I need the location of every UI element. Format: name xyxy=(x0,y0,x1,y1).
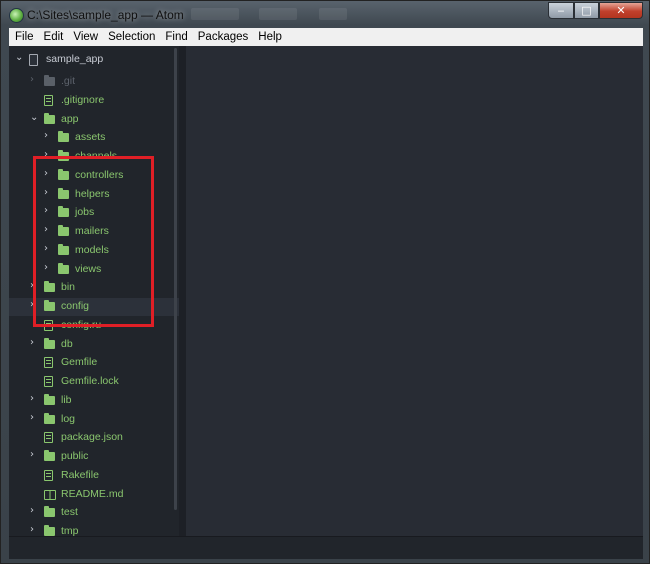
status-bar xyxy=(9,536,643,559)
tree-item-label: db xyxy=(61,338,73,350)
file-text-icon xyxy=(44,357,53,368)
chevron-right-icon[interactable]: › xyxy=(30,449,34,460)
app-window: C:\Sites\sample_app — Atom ‒ □ ✕ File Ed… xyxy=(0,0,650,564)
menu-find[interactable]: Find xyxy=(160,31,192,43)
tree-folder[interactable]: › lib xyxy=(9,392,179,410)
tree-view: ⌄ sample_app › .git .gitignore ⌄ app › assets ›… xyxy=(9,46,179,536)
menu-help[interactable]: Help xyxy=(253,31,287,43)
tree-item-label: test xyxy=(61,506,78,518)
tree-item-label: tmp xyxy=(61,525,79,536)
background-tab xyxy=(319,8,347,20)
editor-pane[interactable] xyxy=(186,46,643,536)
tree-folder[interactable]: › .git xyxy=(9,73,179,91)
title-bar[interactable]: C:\Sites\sample_app — Atom ‒ □ ✕ xyxy=(1,1,649,28)
tree-folder[interactable]: › assets xyxy=(9,129,179,147)
maximize-button[interactable]: □ xyxy=(574,2,599,19)
menu-view[interactable]: View xyxy=(68,31,103,43)
tree-item-label: README.md xyxy=(61,488,124,500)
tree-file[interactable]: README.md xyxy=(9,486,179,504)
tree-folder[interactable]: ⌄ app xyxy=(9,111,179,129)
tree-root[interactable]: ⌄ sample_app xyxy=(9,51,179,69)
tree-item-label: Gemfile.lock xyxy=(61,375,119,387)
chevron-right-icon[interactable]: › xyxy=(30,505,34,516)
chevron-right-icon[interactable]: › xyxy=(30,74,34,85)
folder-icon xyxy=(44,450,55,461)
tree-item-label: .gitignore xyxy=(61,94,105,106)
tree-item-label: Gemfile xyxy=(61,356,98,368)
tree-item-label: log xyxy=(61,413,76,425)
tree-file[interactable]: package.json xyxy=(9,429,179,447)
tree-item-label: assets xyxy=(75,131,106,143)
tree-folder[interactable]: › test xyxy=(9,504,179,522)
close-button[interactable]: ✕ xyxy=(599,2,643,19)
folder-icon xyxy=(44,506,55,517)
folder-icon xyxy=(44,113,55,124)
chevron-down-icon[interactable]: ⌄ xyxy=(30,112,38,123)
menu-selection[interactable]: Selection xyxy=(103,31,160,43)
tree-file[interactable]: .gitignore xyxy=(9,92,179,110)
tree-folder[interactable]: › log xyxy=(9,411,179,429)
folder-icon xyxy=(44,394,55,405)
atom-logo-icon xyxy=(9,8,24,23)
chevron-right-icon[interactable]: › xyxy=(30,393,34,404)
background-tab xyxy=(259,8,297,20)
file-text-icon xyxy=(44,376,53,387)
workspace: ⌄ sample_app › .git .gitignore ⌄ app › assets ›… xyxy=(9,46,643,536)
folder-icon xyxy=(58,131,69,142)
folder-icon xyxy=(44,338,55,349)
tree-item-label: lib xyxy=(61,394,72,406)
window-title: C:\Sites\sample_app — Atom xyxy=(27,8,184,22)
tree-folder[interactable]: › public xyxy=(9,448,179,466)
tree-item-label: .git xyxy=(61,75,76,87)
window-controls: ‒ □ ✕ xyxy=(548,2,643,20)
tree-scrollbar[interactable] xyxy=(174,48,177,510)
tree-item-label: package.json xyxy=(61,431,123,443)
chevron-down-icon: ⌄ xyxy=(15,52,24,63)
minimize-button[interactable]: ‒ xyxy=(548,2,574,19)
tree-folder[interactable]: › db xyxy=(9,336,179,354)
folder-icon xyxy=(44,75,55,86)
folder-icon xyxy=(44,413,55,424)
repository-icon xyxy=(29,54,38,66)
tree-file[interactable]: Rakefile xyxy=(9,467,179,485)
menu-bar: File Edit View Selection Find Packages H… xyxy=(9,28,643,46)
background-tab xyxy=(191,8,239,20)
chevron-right-icon[interactable]: › xyxy=(30,412,34,423)
menu-packages[interactable]: Packages xyxy=(193,31,254,43)
chevron-right-icon[interactable]: › xyxy=(44,130,48,141)
tree-item-label: Rakefile xyxy=(61,469,99,481)
tree-item-label: app xyxy=(61,113,79,125)
file-text-icon xyxy=(44,95,53,106)
panel-resize-handle[interactable] xyxy=(179,46,186,536)
tree-folder[interactable]: › tmp xyxy=(9,523,179,536)
tree-root-label: sample_app xyxy=(46,53,104,65)
tree-file[interactable]: Gemfile xyxy=(9,354,179,372)
file-text-icon xyxy=(44,470,53,481)
file-text-icon xyxy=(44,432,53,443)
chevron-right-icon[interactable]: › xyxy=(30,337,34,348)
menu-edit[interactable]: Edit xyxy=(39,31,69,43)
highlight-annotation xyxy=(33,156,154,327)
menu-file[interactable]: File xyxy=(9,31,39,43)
tree-item-label: public xyxy=(61,450,89,462)
book-icon xyxy=(44,490,56,500)
tree-file[interactable]: Gemfile.lock xyxy=(9,373,179,391)
chevron-right-icon[interactable]: › xyxy=(30,524,34,535)
folder-icon xyxy=(44,525,55,536)
